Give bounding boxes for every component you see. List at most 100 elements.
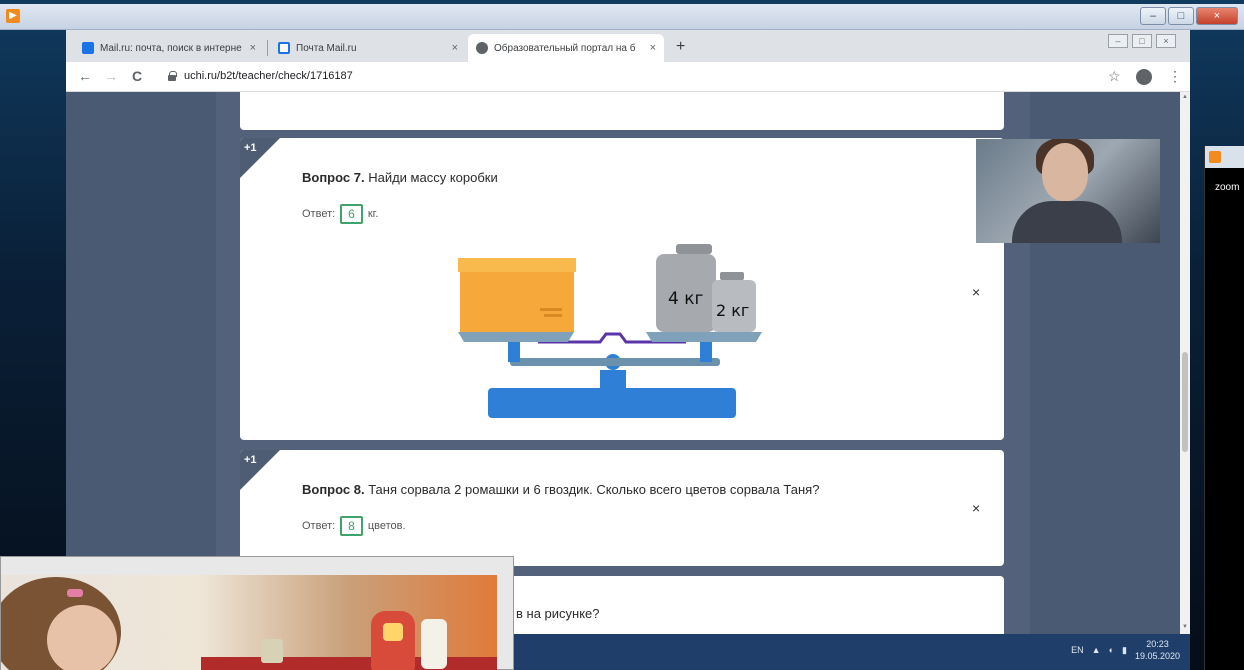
question-text: в на рисунке? (516, 606, 600, 621)
new-tab-button[interactable]: + (676, 38, 685, 56)
toy-shelf (201, 657, 497, 670)
window-controls: – □ × (1140, 7, 1238, 25)
answer-value-box: 8 (340, 516, 363, 536)
tab-label: Образовательный портал на б (494, 42, 636, 54)
left-pan (458, 332, 574, 342)
teacher-webcam-video (976, 139, 1160, 243)
student-webcam-video (0, 556, 514, 670)
language-indicator[interactable]: EN (1071, 645, 1084, 655)
clock-date: 19.05.2020 (1134, 651, 1180, 661)
tab-mailru[interactable]: Mail.ru: почта, поиск в интерне × (74, 34, 264, 62)
person-face (1042, 143, 1088, 201)
points-badge-label: +1 (244, 142, 257, 154)
child-face (47, 605, 117, 670)
tab-label: Mail.ru: почта, поиск в интерне (100, 42, 242, 54)
weight-2kg-label: 2 кг (716, 301, 749, 320)
tab-close-icon[interactable]: × (650, 42, 656, 54)
box-tape (540, 308, 562, 311)
lock-icon (168, 71, 177, 81)
question-card-prev (240, 92, 1004, 130)
profile-avatar-icon[interactable] (1136, 69, 1152, 85)
browser-toolbar: ← → C uchi.ru/b2t/teacher/check/1716187 … (66, 62, 1190, 92)
mailru-icon (82, 42, 94, 54)
person-body (1012, 201, 1122, 243)
question-card-8: +1 Вопрос 8. Таня сорвала 2 ромашки и 6 … (240, 450, 1004, 566)
question-text: Таня сорвала 2 ромашки и 6 гвоздик. Скол… (368, 482, 820, 497)
scale-beam (510, 358, 720, 366)
browser-minimize-button[interactable]: – (1108, 34, 1128, 48)
box-tape (544, 314, 562, 317)
question-8-title: Вопрос 8. Таня сорвала 2 ромашки и 6 гво… (302, 482, 819, 497)
answer-label: Ответ: (302, 208, 336, 220)
system-tray: EN ▲ ◐ ▮ 20:23 19.05.2020 (1071, 638, 1180, 662)
tray-arrow-icon[interactable]: ▲ (1092, 645, 1101, 655)
tab-close-icon[interactable]: × (250, 42, 256, 54)
app-titlebar: ▶ – □ × (0, 4, 1244, 30)
tab-close-icon[interactable]: × (452, 42, 458, 54)
bookmark-star-icon[interactable]: ☆ (1108, 68, 1121, 85)
answer-row: Ответ: 6 кг. (302, 204, 378, 224)
close-button[interactable]: × (1196, 7, 1238, 25)
remove-answer-icon[interactable]: × (972, 500, 980, 516)
question-number: Вопрос 8. (302, 482, 365, 497)
tab-separator (267, 40, 268, 56)
page-left-margin (66, 92, 216, 634)
globe-icon (476, 42, 488, 54)
question-number: Вопрос 7. (302, 170, 365, 185)
page-scrollbar[interactable]: ▲ ▼ (1180, 92, 1190, 634)
toy-house-window (383, 623, 403, 641)
app-icon: ▶ (6, 9, 20, 23)
address-bar[interactable]: uchi.ru/b2t/teacher/check/1716187 (184, 70, 353, 82)
answer-value-box: 6 (340, 204, 363, 224)
browser-restore-button[interactable]: □ (1132, 34, 1152, 48)
remove-answer-icon[interactable]: × (972, 284, 980, 300)
zoom-titlebar (1205, 146, 1244, 168)
browser-close-button[interactable]: × (1156, 34, 1176, 48)
box (460, 262, 574, 332)
tab-mail[interactable]: Почта Mail.ru × (270, 34, 466, 62)
toy (421, 619, 447, 669)
answer-unit: кг. (367, 208, 379, 220)
toy-house (371, 611, 415, 670)
zoom-app-icon (1209, 151, 1221, 163)
volume-icon[interactable]: ◐ (1109, 645, 1114, 655)
browser-menu-icon[interactable]: ⋮ (1168, 68, 1182, 85)
right-pan (646, 332, 762, 342)
tab-label: Почта Mail.ru (296, 42, 357, 54)
left-arm (508, 340, 520, 362)
question-7-title: Вопрос 7. Найди массу коробки (302, 170, 498, 185)
hair-clip (67, 589, 83, 597)
browser-window-controls: – □ × (1108, 34, 1176, 48)
network-icon[interactable]: ▮ (1122, 645, 1127, 656)
answer-row: Ответ: 8 цветов. (302, 516, 406, 536)
answer-label: Ответ: (302, 520, 336, 532)
answer-unit: цветов. (367, 520, 406, 532)
right-arm (700, 340, 712, 362)
scroll-down-icon[interactable]: ▼ (1182, 624, 1188, 630)
maximize-button[interactable]: □ (1168, 7, 1194, 25)
weight-4kg-handle (676, 244, 712, 254)
scale-base (488, 388, 736, 418)
question-text: Найди массу коробки (368, 170, 498, 185)
student-video-frame (1, 575, 497, 670)
minimize-button[interactable]: – (1140, 7, 1166, 25)
forward-button[interactable]: → (104, 68, 118, 84)
balance-scale-illustration: 4 кг 2 кг (458, 244, 762, 418)
weight-4kg-label: 4 кг (668, 289, 703, 309)
reload-button[interactable]: C (132, 68, 142, 84)
weight-2kg-handle (720, 272, 744, 280)
clock-time: 20:23 (1146, 639, 1169, 649)
box-lid (458, 258, 576, 272)
question-card-7: +1 Вопрос 7. Найди массу коробки Ответ: … (240, 138, 1004, 440)
scroll-up-icon[interactable]: ▲ (1182, 94, 1188, 100)
zoom-label: zoom (1215, 182, 1240, 193)
tab-uchi[interactable]: Образовательный портал на б × (468, 34, 664, 62)
scale-pillar (600, 370, 626, 392)
windows-taskbar: EN ▲ ◐ ▮ 20:23 19.05.2020 (514, 634, 1190, 670)
toy (261, 639, 283, 663)
back-button[interactable]: ← (78, 68, 92, 84)
points-badge-label: +1 (244, 454, 257, 466)
scroll-thumb[interactable] (1182, 352, 1188, 452)
tab-strip: Mail.ru: почта, поиск в интерне × Почта … (66, 30, 1190, 62)
clock[interactable]: 20:23 19.05.2020 (1135, 638, 1180, 662)
